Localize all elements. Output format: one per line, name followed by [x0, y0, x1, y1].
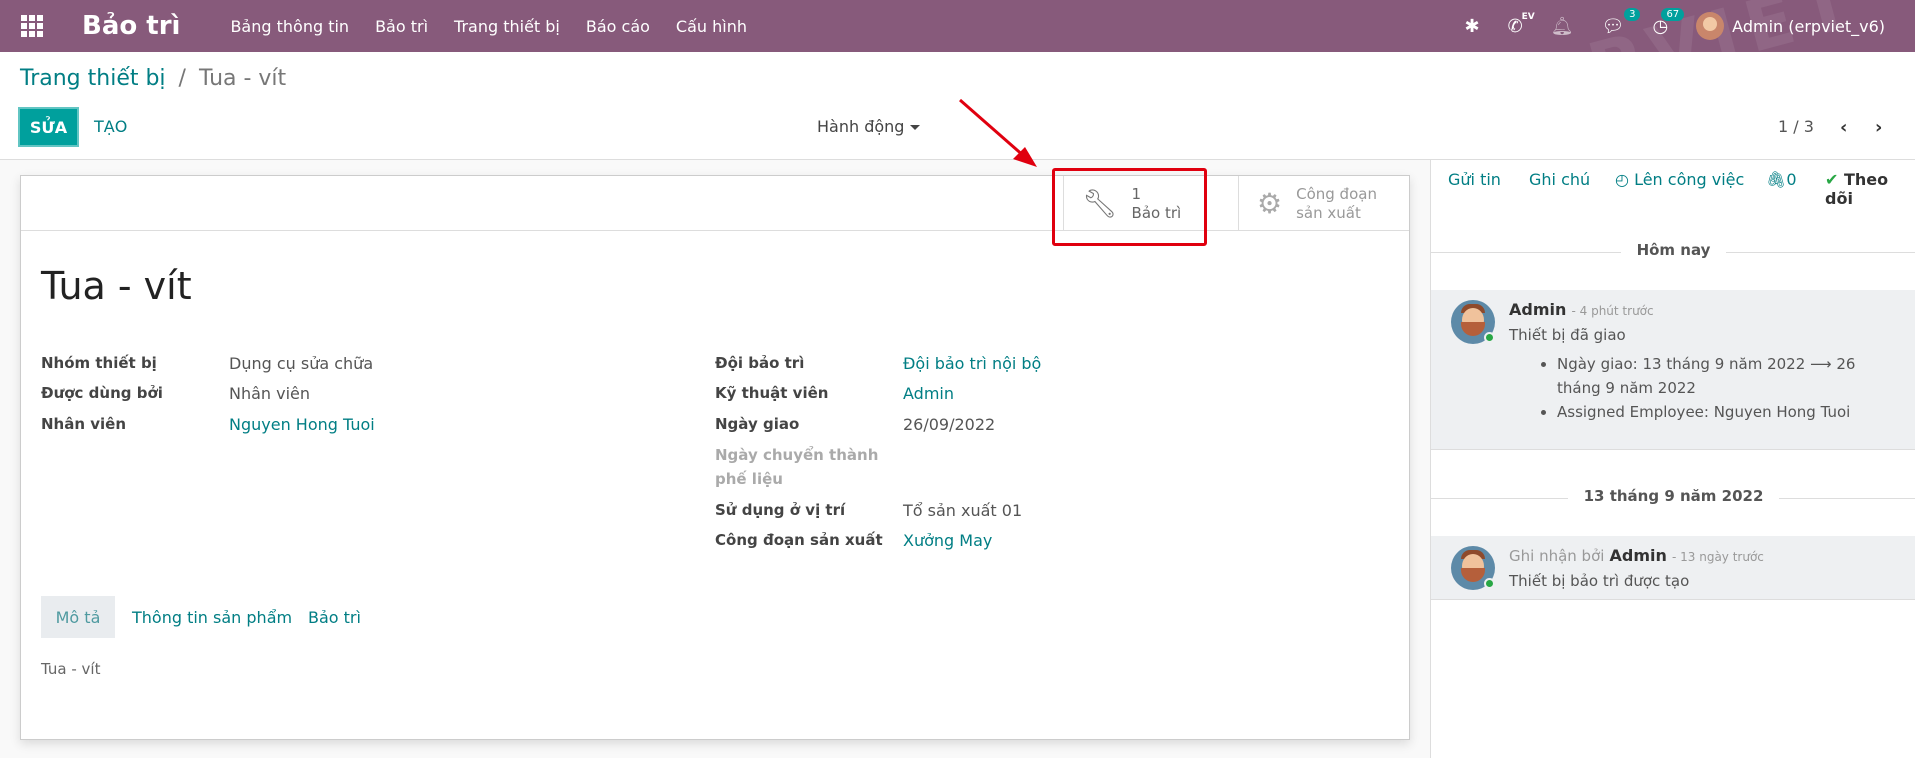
date-separator-today-label: Hôm nay [1620, 241, 1727, 259]
field-value-technician[interactable]: Admin [903, 384, 954, 403]
field-label-technician: Kỹ thuật viên [715, 384, 829, 402]
annotation-arrow [959, 98, 1037, 167]
main-menu: Bảng thông tin Bảo trì Trang thiết bị Bá… [230, 17, 747, 36]
chat-icon[interactable]: 💬︎ 3 [1602, 7, 1641, 37]
activities-badge: 67 [1661, 7, 1685, 21]
menu-reporting[interactable]: Báo cáo [586, 17, 650, 36]
arrow-right-icon: ⟶ [1810, 355, 1832, 373]
field-value-used-by[interactable]: Nhân viên [229, 384, 310, 403]
field-label-team: Đội bảo trì [715, 354, 805, 372]
tab-product-info[interactable]: Thông tin sản phẩm [132, 608, 292, 627]
tracking-list: Ngày giao: 13 tháng 9 năm 2022 ⟶ 26 thán… [1539, 352, 1899, 424]
apps-menu-icon[interactable] [20, 14, 44, 38]
gears-icon: ⚙ [1257, 187, 1283, 220]
field-value-location[interactable]: Tổ sản xuất 01 [903, 501, 1022, 520]
messages-badge: 3 [1624, 7, 1641, 21]
field-label-employee: Nhân viên [41, 415, 127, 433]
ev-label: EV [1521, 11, 1535, 22]
field-label-location: Sử dụng ở vị trí [715, 501, 846, 519]
workcenter-smart-button[interactable]: ⚙ Công đoạn sản xuất [1238, 176, 1409, 231]
breadcrumb: Trang thiết bị / Tua - vít [20, 66, 286, 91]
clock-icon: ◴ [1615, 170, 1629, 189]
field-label-scrap-date-2: phế liệu [715, 470, 783, 488]
tab-maintenance[interactable]: Bảo trì [308, 608, 361, 627]
user-name: Admin (erpviet_v6) [1732, 16, 1885, 36]
attachments-count: 0 [1786, 170, 1797, 189]
highlight-box [1052, 168, 1207, 246]
message-header: Admin - 4 phút trước [1509, 300, 1654, 319]
clock-icon[interactable]: ◷ 67 [1652, 7, 1685, 37]
edit-button[interactable]: SỬA [18, 107, 79, 147]
caret-down-icon [910, 125, 921, 130]
date-separator-label: 13 tháng 9 năm 2022 [1567, 487, 1780, 505]
chatter-panel: Gửi tin Ghi chú ◴ Lên công việc 🖇︎0 ✔ Th… [1430, 160, 1915, 758]
tracking-old-value: Ngày giao: 13 tháng 9 năm 2022 [1557, 355, 1806, 373]
chevron-left-icon[interactable]: ‹ [1840, 117, 1847, 138]
user-menu[interactable]: Admin (erpviet_v6) [1696, 12, 1885, 40]
top-navbar: Bảo trì Bảng thông tin Bảo trì Trang thi… [0, 0, 1915, 142]
message-header: Ghi nhận bởi Admin - 13 ngày trước [1509, 546, 1764, 565]
message-prefix: Ghi nhận bởi [1509, 547, 1605, 565]
tracking-item-date: Ngày giao: 13 tháng 9 năm 2022 ⟶ 26 thán… [1557, 352, 1899, 400]
schedule-activity-button[interactable]: ◴ Lên công việc [1615, 170, 1744, 189]
date-separator: 13 tháng 9 năm 2022 [1431, 487, 1915, 509]
phone-icon[interactable]: ✆ EV [1508, 12, 1535, 37]
field-value-category[interactable]: Dụng cụ sửa chữa [229, 354, 373, 373]
message-author[interactable]: Admin [1610, 546, 1667, 565]
bell-icon[interactable]: 🔔︎ [1551, 16, 1574, 37]
attachments-button[interactable]: 🖇︎0 [1766, 170, 1797, 189]
workcenter-label-1: Công đoạn [1296, 184, 1377, 203]
menu-dashboard[interactable]: Bảng thông tin [230, 17, 349, 36]
field-label-workcenter: Công đoạn sản xuất [715, 531, 883, 549]
schedule-activity-label: Lên công việc [1634, 170, 1745, 189]
field-value-employee[interactable]: Nguyen Hong Tuoi [229, 415, 375, 434]
breadcrumb-separator: / [178, 66, 186, 91]
check-icon: ✔ [1825, 170, 1839, 189]
paperclip-icon: 🖇︎ [1766, 170, 1787, 189]
actions-dropdown[interactable]: Hành động [817, 117, 921, 136]
bug-icon[interactable]: ✱ [1465, 16, 1480, 37]
systray: ✱ ✆ EV 🔔︎ 💬︎ 3 ◷ 67 Admin (erpviet_v6) [1465, 0, 1885, 52]
message-item: Ghi nhận bởi Admin - 13 ngày trước Thiết… [1431, 536, 1915, 600]
app-title[interactable]: Bảo trì [82, 11, 180, 41]
workcenter-label-2: sản xuất [1296, 203, 1361, 222]
chevron-right-icon[interactable]: › [1875, 117, 1882, 138]
field-value-team[interactable]: Đội bảo trì nội bộ [903, 354, 1041, 373]
record-title: Tua - vít [41, 264, 192, 308]
menu-maintenance[interactable]: Bảo trì [375, 17, 428, 36]
field-label-assign-date: Ngày giao [715, 415, 800, 433]
create-button[interactable]: TẠO [94, 117, 127, 136]
message-item: Admin - 4 phút trước Thiết bị đã giao Ng… [1431, 290, 1915, 450]
user-avatar [1696, 12, 1725, 40]
message-body: Thiết bị đã giao [1509, 326, 1626, 344]
menu-configuration[interactable]: Cấu hình [676, 17, 747, 36]
field-value-workcenter[interactable]: Xưởng May [903, 531, 992, 550]
message-body: Thiết bị bảo trì được tạo [1509, 572, 1690, 590]
tracking-item-employee: Assigned Employee: Nguyen Hong Tuoi [1557, 400, 1899, 424]
tab-description[interactable]: Mô tả [41, 596, 115, 638]
log-note-button[interactable]: Ghi chú [1529, 170, 1590, 189]
message-author[interactable]: Admin [1509, 300, 1566, 319]
pager-value[interactable]: 1 / 3 [1778, 117, 1814, 136]
tracking-new-value-cont: năm 2022 [1619, 379, 1696, 397]
online-status-icon [1484, 578, 1495, 589]
send-message-button[interactable]: Gửi tin [1448, 170, 1501, 189]
message-time: - 4 phút trước [1571, 304, 1654, 318]
message-time: - 13 ngày trước [1672, 550, 1764, 564]
breadcrumb-current: Tua - vít [198, 66, 287, 91]
follow-button[interactable]: ✔ Theo dõi [1825, 170, 1915, 208]
field-label-category: Nhóm thiết bị [41, 354, 157, 372]
field-label-used-by: Được dùng bởi [41, 384, 163, 402]
menu-equipment[interactable]: Trang thiết bị [454, 17, 560, 36]
field-value-assign-date[interactable]: 26/09/2022 [903, 415, 995, 434]
breadcrumb-parent[interactable]: Trang thiết bị [20, 66, 166, 91]
online-status-icon [1484, 332, 1495, 343]
description-text[interactable]: Tua - vít [41, 660, 100, 678]
field-label-scrap-date-1: Ngày chuyển thành [715, 446, 879, 464]
date-separator-today: Hôm nay [1431, 241, 1915, 263]
actions-label: Hành động [817, 117, 905, 136]
